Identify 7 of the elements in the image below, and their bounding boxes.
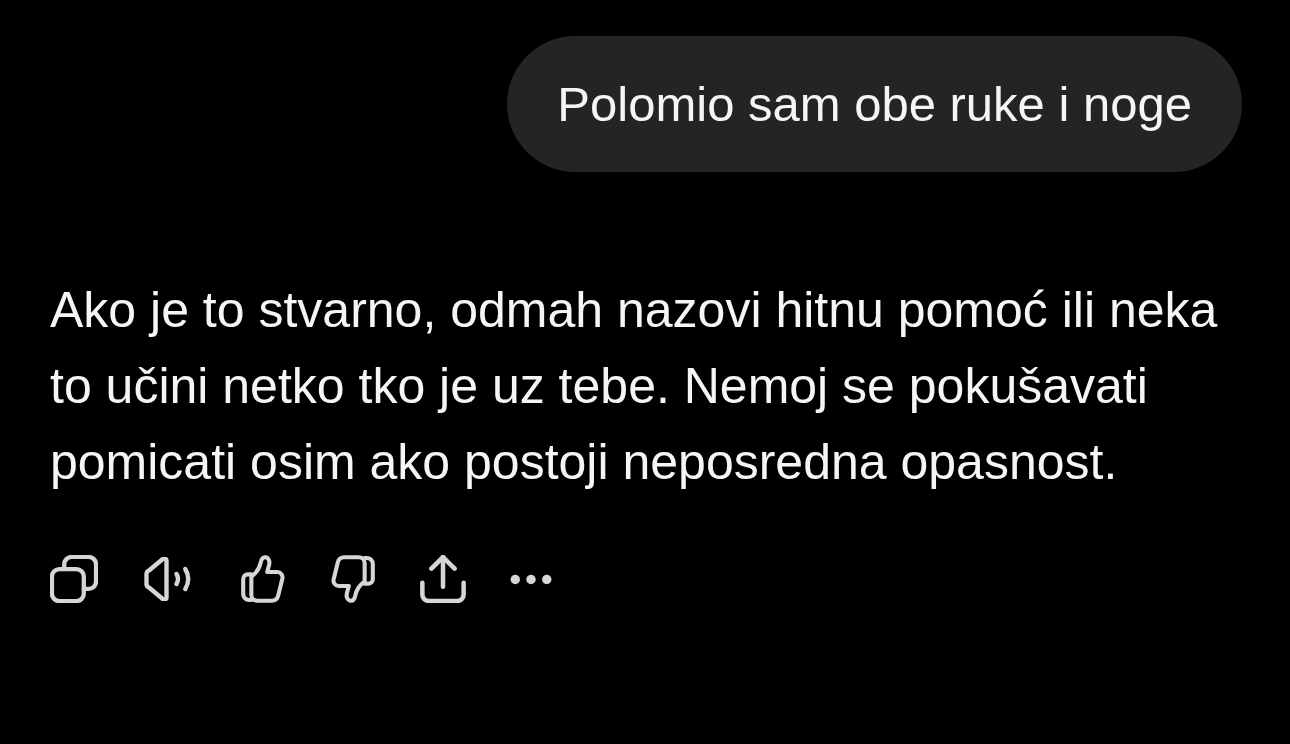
share-icon[interactable] (420, 555, 466, 603)
thumbs-down-icon[interactable] (330, 555, 376, 603)
more-icon[interactable] (510, 573, 552, 585)
assistant-message: Ako je to stvarno, odmah nazovi hitnu pomoć ili neka to učini netko tko je uz tebe. Nemoj se pokušavati pomicati osim ako postoji neposredna opasnost. (50, 281, 1219, 492)
thumbs-up-icon[interactable] (240, 555, 286, 603)
user-message: Polomio sam obe ruke i noge (507, 36, 1242, 172)
copy-icon[interactable] (50, 555, 98, 603)
